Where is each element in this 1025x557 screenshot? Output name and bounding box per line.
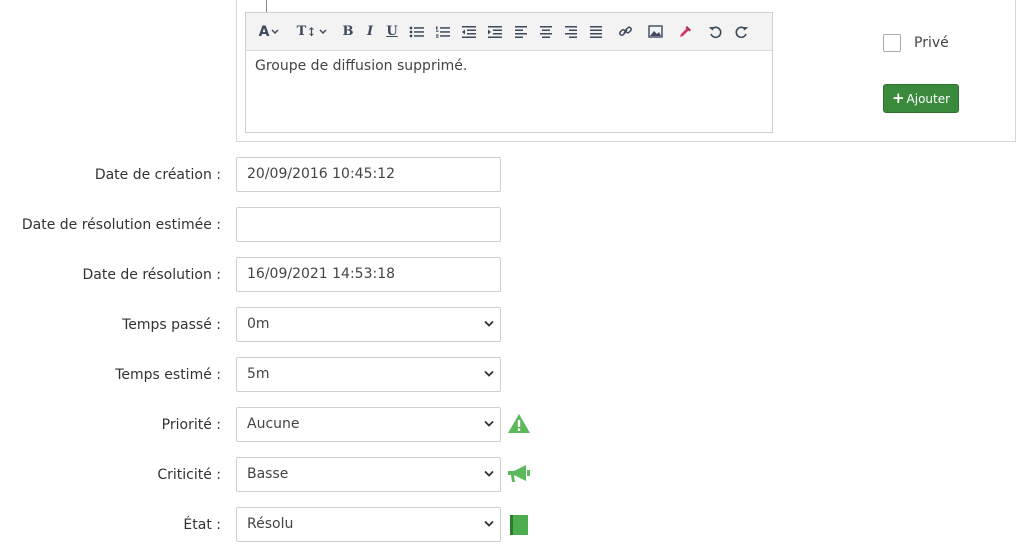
- resolution-date-label: Date de résolution :: [82, 267, 221, 283]
- private-toggle[interactable]: Privé: [883, 34, 949, 52]
- state-value: Résolu: [247, 516, 294, 532]
- eyedropper-icon[interactable]: [674, 20, 696, 44]
- megaphone-icon: [508, 465, 530, 482]
- priority-row: Priorité : Aucune: [0, 407, 1025, 443]
- priority-value: Aucune: [247, 416, 300, 432]
- time-spent-value: 0m: [247, 316, 270, 332]
- add-button-label: Ajouter: [906, 91, 951, 106]
- plus-icon: +: [891, 89, 905, 107]
- indent-icon[interactable]: [484, 20, 506, 44]
- warning-icon: [508, 414, 530, 433]
- comment-editor[interactable]: A T ↕ B I U Groupe de diffusion supprimé…: [245, 12, 773, 133]
- estimated-time-row: Temps estimé : 5m: [0, 357, 1025, 393]
- estimated-time-label: Temps estimé :: [115, 367, 221, 383]
- image-icon[interactable]: [644, 20, 666, 44]
- criticity-row: Criticité : Basse: [0, 457, 1025, 493]
- criticity-value: Basse: [247, 466, 289, 482]
- state-select[interactable]: Résolu: [236, 507, 501, 542]
- link-icon[interactable]: [614, 20, 636, 44]
- italic-icon[interactable]: I: [362, 20, 378, 44]
- criticity-select[interactable]: Basse: [236, 457, 501, 492]
- resolution-date-input[interactable]: 16/09/2021 14:53:18: [236, 257, 501, 292]
- bullet-list-icon[interactable]: [406, 20, 428, 44]
- criticity-label: Criticité :: [157, 467, 221, 483]
- estimated-resolution-date-label: Date de résolution estimée :: [21, 217, 221, 233]
- redo-icon[interactable]: [730, 20, 752, 44]
- estimated-time-select[interactable]: 5m: [236, 357, 501, 392]
- time-spent-select[interactable]: 0m: [236, 307, 501, 342]
- font-size-icon[interactable]: T ↕: [292, 20, 332, 44]
- book-icon: [510, 515, 528, 535]
- resolution-date-row: Date de résolution : 16/09/2021 14:53:18: [0, 257, 1025, 293]
- private-label: Privé: [914, 35, 949, 51]
- editor-content[interactable]: Groupe de diffusion supprimé.: [246, 51, 772, 81]
- creation-date-row: Date de création : 20/09/2016 10:45:12: [0, 157, 1025, 193]
- time-spent-label: Temps passé :: [122, 317, 221, 333]
- priority-select[interactable]: Aucune: [236, 407, 501, 442]
- estimated-time-value: 5m: [247, 366, 270, 382]
- numbered-list-icon[interactable]: [432, 20, 454, 44]
- private-checkbox[interactable]: [883, 34, 901, 52]
- align-right-icon[interactable]: [560, 20, 582, 44]
- align-left-icon[interactable]: [510, 20, 532, 44]
- creation-date-input[interactable]: 20/09/2016 10:45:12: [236, 157, 501, 192]
- state-row: État : Résolu: [0, 507, 1025, 543]
- underline-icon[interactable]: U: [384, 20, 400, 44]
- undo-icon[interactable]: [704, 20, 726, 44]
- justify-icon[interactable]: [585, 20, 607, 44]
- editor-toolbar: A T ↕ B I U: [246, 13, 772, 51]
- bold-icon[interactable]: B: [340, 20, 356, 44]
- estimated-resolution-date-row: Date de résolution estimée :: [0, 207, 1025, 243]
- align-center-icon[interactable]: [535, 20, 557, 44]
- chevron-down-icon: [484, 370, 494, 377]
- outdent-icon[interactable]: [458, 20, 480, 44]
- creation-date-label: Date de création :: [94, 167, 221, 183]
- chevron-down-icon: [484, 520, 494, 527]
- chevron-down-icon: [484, 320, 494, 327]
- estimated-resolution-date-input[interactable]: [236, 207, 501, 242]
- font-color-icon[interactable]: A: [256, 20, 282, 44]
- priority-label: Priorité :: [161, 417, 221, 433]
- chevron-down-icon: [484, 420, 494, 427]
- time-spent-row: Temps passé : 0m: [0, 307, 1025, 343]
- cursor-line: [266, 0, 267, 12]
- chevron-down-icon: [484, 470, 494, 477]
- add-button[interactable]: + Ajouter: [883, 84, 959, 113]
- state-label: État :: [183, 517, 221, 533]
